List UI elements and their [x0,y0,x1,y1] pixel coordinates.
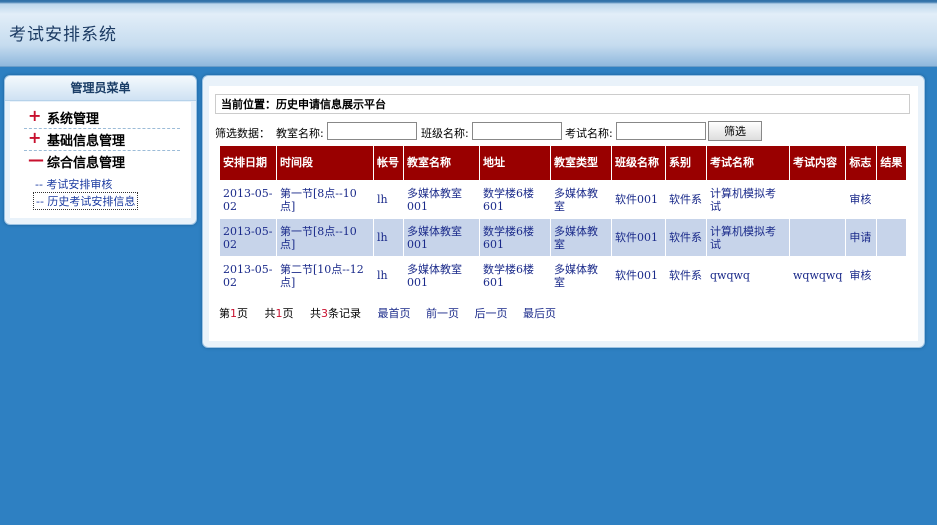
sublink-exam-review[interactable]: -- 考试安排审核 [35,176,112,192]
admin-menu-panel: 管理员菜单 + 系统管理 + 基础信息管理 — 综合信息管理 -- 考试安排审核… [4,75,197,225]
table-cell: 第一节[8点--10点] [276,218,374,257]
exam-name-label: 考试名称: [565,127,613,140]
table-cell: 软件001 [611,218,666,257]
table-row: 2013-05-02 第一节[8点--10点] lh 多媒体教室001 数学楼6… [219,218,908,257]
table-cell: 多媒体教室 [550,180,612,219]
table-cell: 多媒体教室001 [403,256,480,295]
table-cell: wqwqwq [788,256,847,295]
table-cell: 第二节[10点--12点] [276,256,374,295]
exam-name-input[interactable] [616,122,706,140]
collapse-minus-icon: — [28,150,44,169]
room-name-label: 教室名称: [276,127,324,140]
col-header: 时间段 [276,145,374,181]
table-cell [876,256,908,295]
col-header: 安排日期 [219,145,277,181]
table-cell: 多媒体教室001 [403,218,480,257]
app-title: 考试安排系统 [9,25,117,45]
menu-item-label: 基础信息管理 [47,134,126,149]
col-header: 班级名称 [611,145,666,181]
table-cell: 多媒体教室 [550,256,612,295]
first-page-link[interactable]: 最首页 [378,307,411,320]
table-cell: qwqwq [706,256,790,295]
table-row: 2013-05-02 第二节[10点--12点] lh 多媒体教室001 数学楼… [219,256,908,295]
table-cell: 计算机模拟考试 [706,218,790,257]
filter-bar: 筛选数据： 教室名称: 班级名称: 考试名称: 筛选 [215,121,915,142]
menu-item-basic-info[interactable]: + 基础信息管理 [24,128,180,151]
table-cell: 软件001 [611,256,666,295]
next-page-link[interactable]: 后一页 [475,307,508,320]
table-cell: 第一节[8点--10点] [276,180,374,219]
content-panel: 当前位置：历史申请信息展示平台 筛选数据： 教室名称: 班级名称: 考试名称: … [202,75,925,348]
menu-body: + 系统管理 + 基础信息管理 — 综合信息管理 -- 考试安排审核 -- 历史… [10,102,191,218]
table-cell: 数学楼6楼601 [479,180,551,219]
status-link[interactable]: 审核 [845,256,878,295]
app-header: 考试安排系统 [0,0,937,67]
table-cell: lh [373,180,404,219]
content-inner: 当前位置：历史申请信息展示平台 筛选数据： 教室名称: 班级名称: 考试名称: … [209,86,918,341]
table-cell [876,218,908,257]
table-cell: lh [373,256,404,295]
table-cell: 数学楼6楼601 [479,256,551,295]
menu-item-comprehensive-info[interactable]: — 综合信息管理 [24,150,180,172]
col-header: 教室名称 [403,145,480,181]
col-header: 标志 [845,145,878,181]
filter-prefix: 筛选数据： [215,127,270,140]
col-header: 考试名称 [706,145,790,181]
menu-item-label: 综合信息管理 [47,156,126,171]
col-header: 帐号 [373,145,404,181]
table-cell: 数学楼6楼601 [479,218,551,257]
table-cell: 2013-05-02 [219,180,277,219]
total-pages: 共1页 [264,307,294,320]
table-row: 2013-05-02 第一节[8点--10点] lh 多媒体教室001 数学楼6… [219,180,908,219]
history-table: 安排日期 时间段 帐号 教室名称 地址 教室类型 班级名称 系别 考试名称 考试… [219,145,908,295]
breadcrumb: 当前位置：历史申请信息展示平台 [215,94,910,114]
table-cell: 多媒体教室001 [403,180,480,219]
table-cell: lh [373,218,404,257]
table-cell: 软件系 [665,218,707,257]
menu-item-system[interactable]: + 系统管理 [24,106,180,129]
last-page-link[interactable]: 最后页 [523,307,556,320]
col-header: 结果 [876,145,908,181]
record-count: 共3条记录 [310,307,361,320]
status-link[interactable]: 审核 [845,180,878,219]
current-page: 第1页 [219,307,248,320]
prev-page-link[interactable]: 前一页 [426,307,459,320]
menu-title: 管理员菜单 [5,76,196,101]
table-cell: 软件001 [611,180,666,219]
table-cell: 多媒体教室 [550,218,612,257]
class-name-input[interactable] [472,122,562,140]
table-cell [788,218,847,257]
class-name-label: 班级名称: [421,127,469,140]
filter-button[interactable]: 筛选 [708,121,762,141]
status-link[interactable]: 申请 [845,218,878,257]
table-cell [788,180,847,219]
table-cell: 软件系 [665,256,707,295]
col-header: 考试内容 [788,145,847,181]
table-cell: 2013-05-02 [219,256,277,295]
pagination: 第1页 共1页 共3条记录 最首页 前一页 后一页 最后页 [219,305,568,321]
col-header: 教室类型 [550,145,612,181]
expand-plus-icon: + [28,128,42,147]
table-header-row: 安排日期 时间段 帐号 教室名称 地址 教室类型 班级名称 系别 考试名称 考试… [219,145,908,181]
room-name-input[interactable] [327,122,417,140]
col-header: 系别 [665,145,707,181]
expand-plus-icon: + [28,106,42,125]
menu-item-label: 系统管理 [47,112,100,127]
table-cell: 软件系 [665,180,707,219]
col-header: 地址 [479,145,551,181]
table-cell [876,180,908,219]
sublink-exam-history[interactable]: -- 历史考试安排信息 [33,192,139,210]
table-cell: 计算机模拟考试 [706,180,790,219]
table-cell: 2013-05-02 [219,218,277,257]
